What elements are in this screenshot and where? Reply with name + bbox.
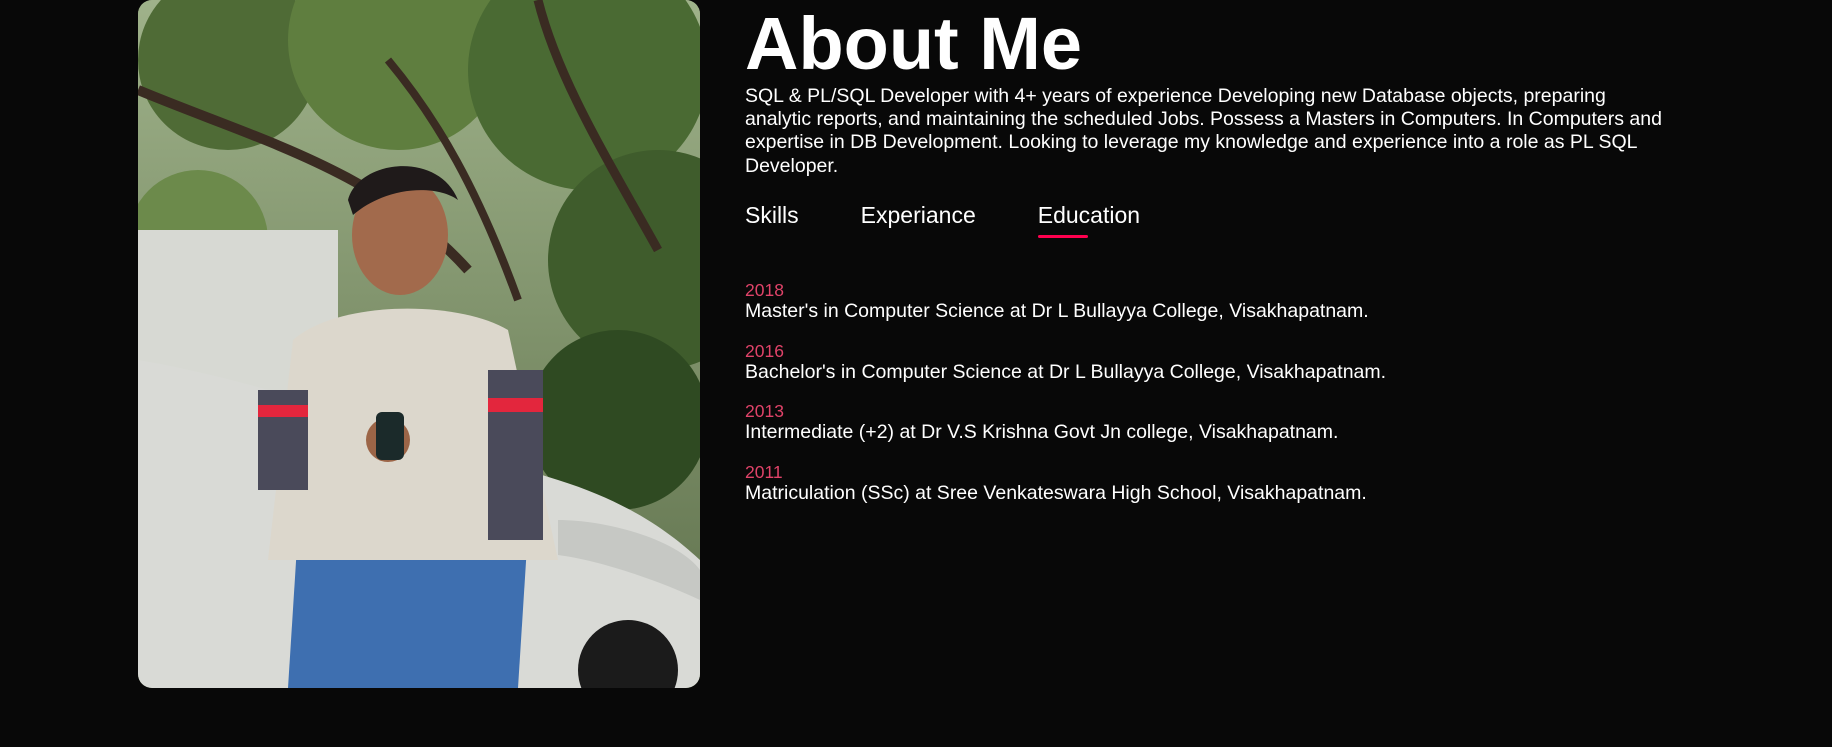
education-year: 2016	[745, 340, 784, 361]
education-description: Intermediate (+2) at Dr V.S Krishna Govt…	[745, 421, 1339, 443]
list-item: 2013 Intermediate (+2) at Dr V.S Krishna…	[745, 401, 1386, 443]
profile-photo	[138, 0, 700, 688]
page-title: About Me	[745, 2, 1083, 85]
tab-education[interactable]: Education	[1037, 202, 1140, 238]
tab-skills[interactable]: Skills	[745, 202, 799, 228]
education-year: 2011	[745, 461, 783, 482]
tab-experience[interactable]: Experiance	[861, 202, 976, 228]
education-description: Master's in Computer Science at Dr L Bul…	[745, 300, 1369, 322]
education-list: 2018 Master's in Computer Science at Dr …	[745, 280, 1386, 522]
education-description: Bachelor's in Computer Science at Dr L B…	[745, 360, 1387, 383]
profile-photo-illustration	[138, 0, 700, 688]
education-year: 2018	[745, 280, 784, 300]
list-item: 2011 Matriculation (SSc) at Sree Venkate…	[745, 462, 1386, 504]
education-description: Matriculation (SSc) at Sree Venkateswara…	[745, 481, 1367, 504]
list-item: 2018 Master's in Computer Science at Dr …	[745, 280, 1386, 322]
education-year: 2013	[745, 401, 784, 421]
tab-bar: Skills Experiance Education	[745, 202, 1202, 238]
list-item: 2016 Bachelor's in Computer Science at D…	[745, 341, 1386, 383]
about-intro: SQL & PL/SQL Developer with 4+ years of …	[745, 85, 1662, 177]
